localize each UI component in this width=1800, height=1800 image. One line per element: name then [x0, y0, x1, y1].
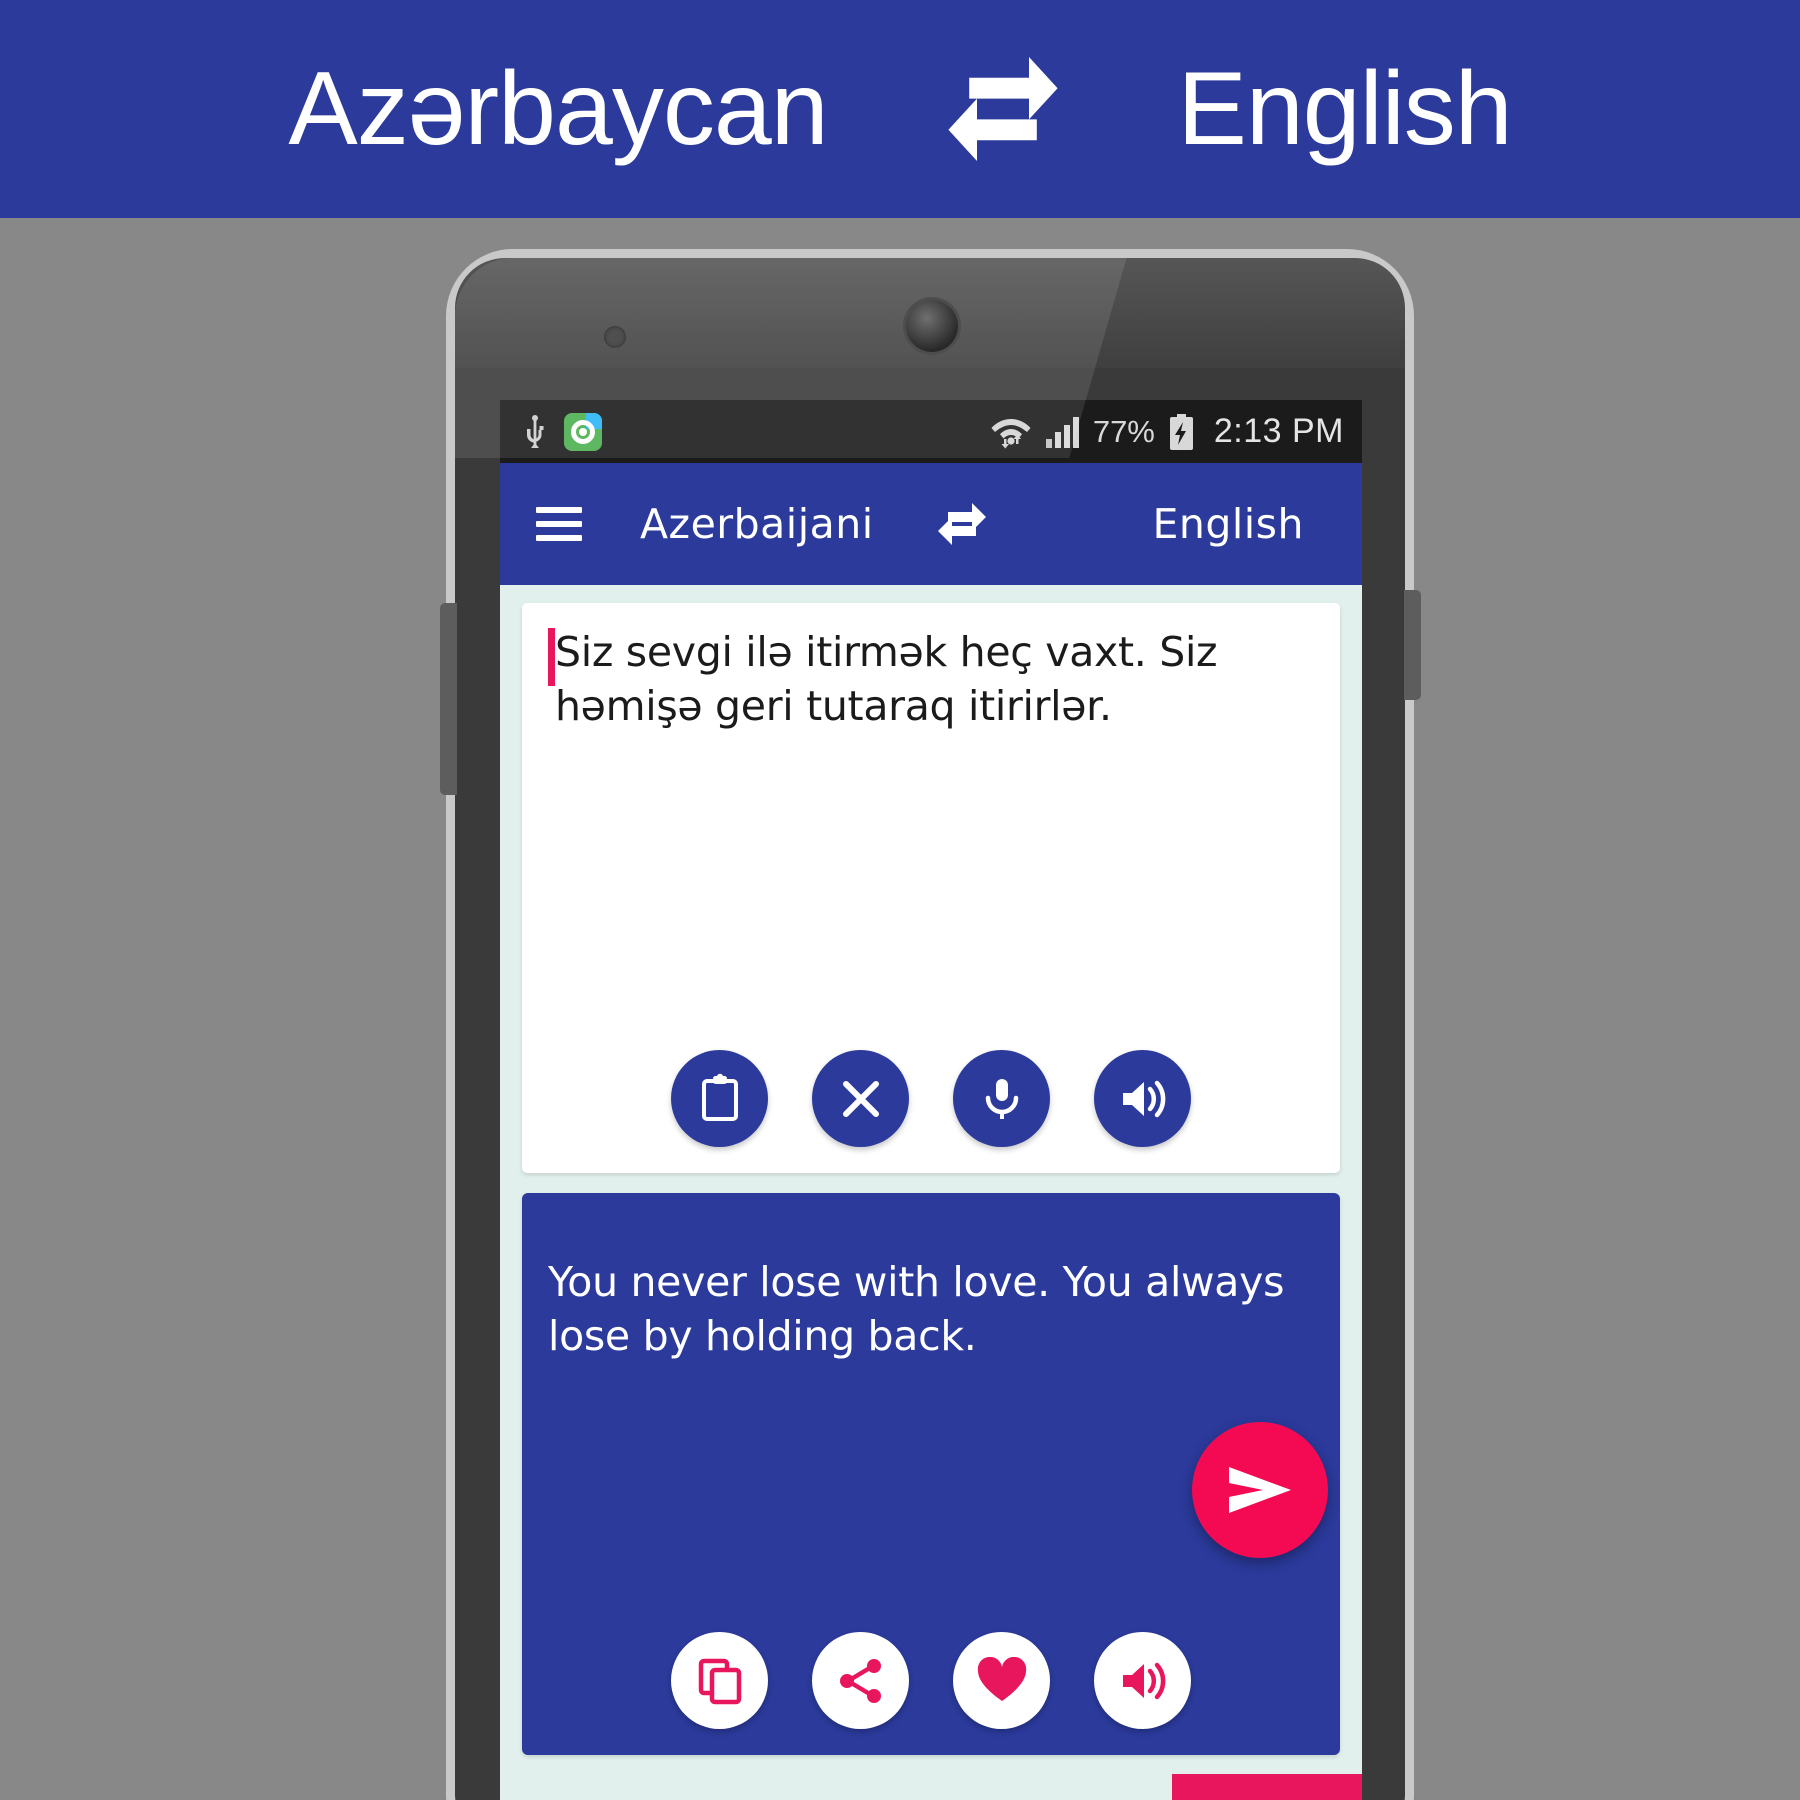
- translate-send-button[interactable]: [1192, 1422, 1328, 1558]
- toolbar-swap-icon[interactable]: [936, 499, 988, 549]
- promo-banner: Azərbaycan English: [0, 0, 1800, 218]
- front-camera-icon: [906, 300, 958, 352]
- share-button[interactable]: [812, 1632, 909, 1729]
- share-icon: [839, 1658, 881, 1703]
- clipboard-icon: [701, 1073, 738, 1121]
- paste-button[interactable]: [671, 1050, 768, 1147]
- promo-source-language: Azərbaycan: [288, 51, 828, 167]
- phone-volume-button: [440, 603, 457, 795]
- translated-text: You never lose with love. You always los…: [548, 1258, 1285, 1361]
- source-panel-wrap: Siz sevgi ilə itirmək heç vaxt. Siz həmi…: [500, 585, 1362, 1173]
- screen-bottom-strip: [500, 1774, 1362, 1800]
- source-text[interactable]: Siz sevgi ilə itirmək heç vaxt. Siz həmi…: [555, 625, 1314, 733]
- source-text-card[interactable]: Siz sevgi ilə itirmək heç vaxt. Siz həmi…: [522, 603, 1340, 1173]
- status-bar-left: [522, 412, 602, 451]
- cellular-signal-icon: [1045, 416, 1079, 448]
- status-bar-right: 77% 2:13 PM: [991, 412, 1344, 451]
- phone-power-button: [1404, 590, 1421, 700]
- close-x-icon: [842, 1080, 879, 1117]
- speaker-icon: [1122, 1080, 1165, 1117]
- clear-button[interactable]: [812, 1050, 909, 1147]
- toolbar-target-language[interactable]: English: [1152, 500, 1304, 548]
- wifi-icon: [991, 418, 1031, 448]
- heart-icon: [977, 1656, 1026, 1701]
- battery-charging-icon: [1169, 413, 1193, 450]
- status-bar: 77% 2:13 PM: [500, 400, 1362, 463]
- speak-source-button[interactable]: [1094, 1050, 1191, 1147]
- hamburger-menu-icon[interactable]: [536, 507, 582, 541]
- microphone-icon: [985, 1078, 1018, 1119]
- speaker-icon: [1122, 1662, 1165, 1699]
- promo-target-language: English: [1177, 51, 1513, 167]
- translation-action-buttons: [522, 1632, 1340, 1729]
- recorder-app-icon: [564, 412, 602, 451]
- status-bar-clock: 2:13 PM: [1213, 412, 1344, 450]
- phone-screen: 77% 2:13 PM Azerbaijani English Siz sevg…: [500, 400, 1362, 1800]
- text-cursor: [548, 628, 555, 686]
- voice-input-button[interactable]: [953, 1050, 1050, 1147]
- screenshot-canvas: Azərbaycan English 77% 2:13 PM Azerbaija…: [0, 0, 1800, 1800]
- source-text-row: Siz sevgi ilə itirmək heç vaxt. Siz həmi…: [548, 625, 1314, 733]
- speak-translation-button[interactable]: [1094, 1632, 1191, 1729]
- proximity-sensor-icon: [604, 326, 626, 348]
- toolbar-source-language[interactable]: Azerbaijani: [640, 500, 874, 548]
- copy-icon: [698, 1658, 741, 1704]
- battery-percent-label: 77%: [1092, 413, 1155, 449]
- favorite-button[interactable]: [953, 1632, 1050, 1729]
- app-toolbar: Azerbaijani English: [500, 463, 1362, 585]
- usb-icon: [527, 414, 544, 448]
- source-action-buttons: [522, 1050, 1340, 1147]
- swap-arrows-icon: [947, 57, 1058, 161]
- bottom-accent-bar: [1172, 1774, 1362, 1800]
- copy-button[interactable]: [671, 1632, 768, 1729]
- send-arrow-icon: [1229, 1467, 1291, 1513]
